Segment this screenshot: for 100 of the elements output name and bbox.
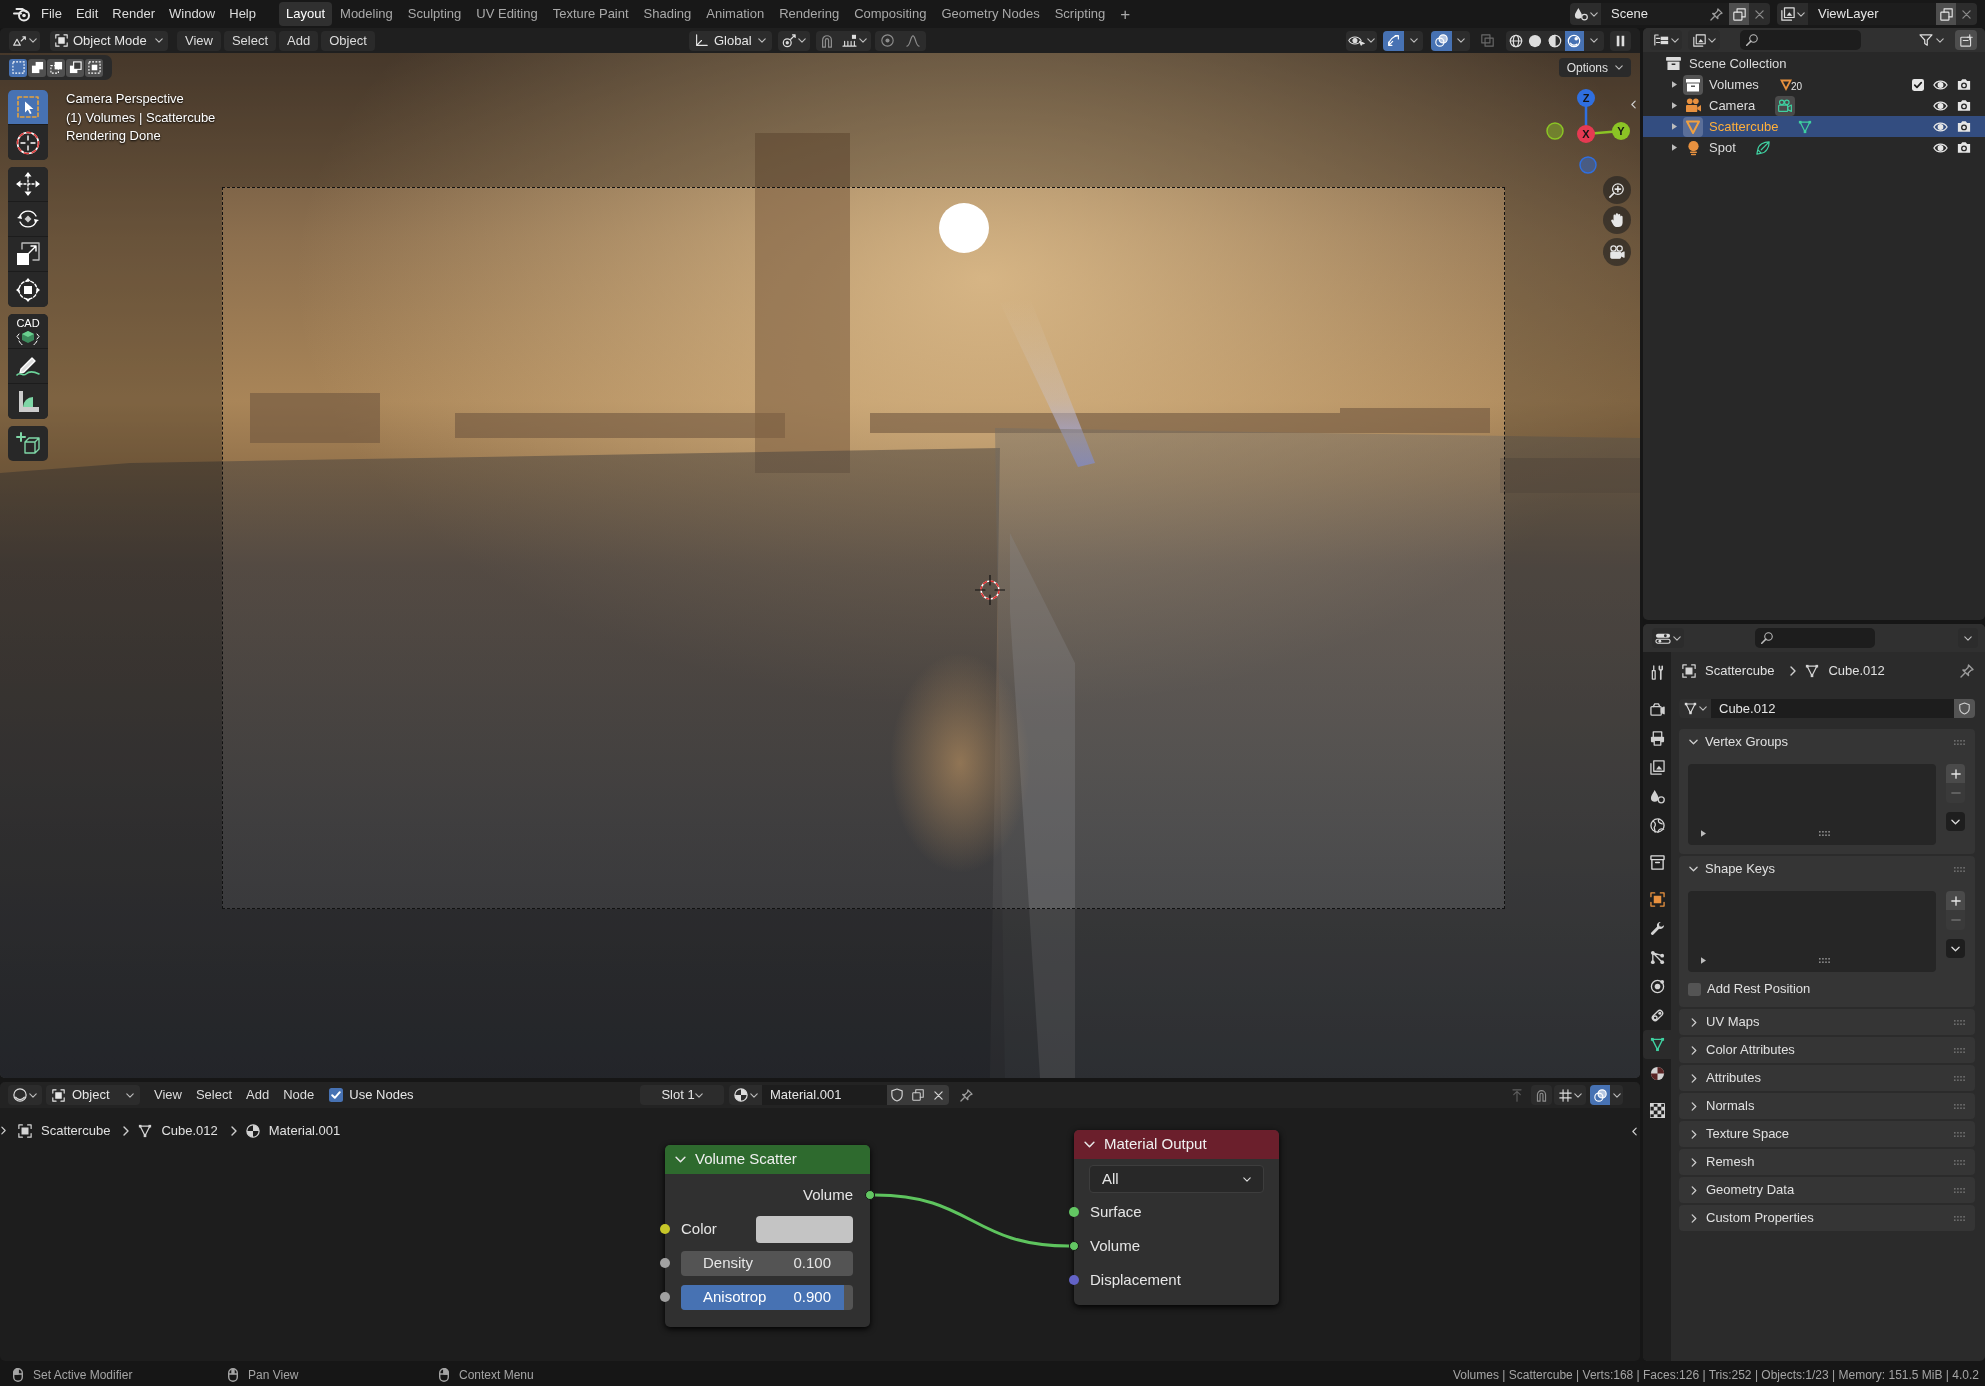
view-layer-field[interactable]: ViewLayer <box>1808 3 1936 25</box>
menu-item[interactable]: Window <box>162 3 223 25</box>
socket-icon[interactable] <box>660 1224 670 1234</box>
color-swatch[interactable] <box>756 1215 853 1243</box>
camera-view-button[interactable] <box>1603 238 1631 266</box>
slot-dropdown[interactable]: Slot 1 <box>640 1085 724 1105</box>
select-box-tool[interactable] <box>8 90 48 125</box>
editor-type-dropdown[interactable] <box>9 30 40 51</box>
specials-dropdown[interactable] <box>1946 939 1965 958</box>
outliner-row[interactable]: Spot <box>1643 137 1985 158</box>
add-rest-position-checkbox[interactable]: Add Rest Position <box>1688 980 1975 998</box>
menu-item[interactable]: Help <box>222 3 263 25</box>
menu-item[interactable]: Node <box>276 1085 322 1105</box>
menu-item[interactable]: Render <box>105 3 162 25</box>
menu-item[interactable]: Select <box>223 30 277 51</box>
eye-icon[interactable] <box>1933 121 1948 132</box>
expand-arrow-icon[interactable] <box>1672 144 1677 151</box>
eye-icon[interactable] <box>1933 142 1948 153</box>
socket-icon[interactable] <box>865 1190 875 1200</box>
selection-mode-button[interactable] <box>66 58 84 77</box>
pin-icon[interactable] <box>1960 664 1974 678</box>
node-header[interactable]: Material Output <box>1074 1130 1279 1159</box>
add-workspace-button[interactable]: + <box>1113 2 1138 26</box>
menu-item[interactable]: Edit <box>68 3 106 25</box>
socket-icon[interactable] <box>660 1292 670 1302</box>
duplicate-button[interactable] <box>1936 3 1956 25</box>
panel-header[interactable]: Remesh <box>1679 1149 1975 1175</box>
gizmo-toggle[interactable] <box>1383 30 1404 51</box>
mode-dropdown[interactable]: Object Mode <box>50 30 168 51</box>
workspace-tab[interactable]: UV Editing <box>469 2 545 26</box>
socket-icon[interactable] <box>660 1258 670 1268</box>
node-link[interactable] <box>874 1193 1070 1248</box>
drag-handle-icon[interactable] <box>1954 1215 1965 1221</box>
negative-axis-handle[interactable] <box>1579 156 1597 174</box>
chevron-down-icon[interactable] <box>1084 1141 1095 1148</box>
eye-icon[interactable] <box>1933 100 1948 111</box>
workspace-tab[interactable]: Compositing <box>847 2 934 26</box>
workspace-tab[interactable]: Sculpting <box>400 2 469 26</box>
sidebar-toggle-icon[interactable] <box>1 1126 6 1135</box>
panel-header[interactable]: UV Maps <box>1679 1009 1975 1035</box>
menu-item[interactable]: File <box>34 3 69 25</box>
unlink-button[interactable] <box>928 1085 949 1105</box>
shader-type-dropdown[interactable]: Object <box>46 1085 140 1105</box>
panel-header[interactable]: Attributes <box>1679 1065 1975 1091</box>
camera-icon[interactable] <box>1957 78 1971 91</box>
cad-tool[interactable]: CAD <box>8 314 48 349</box>
selection-mode-button[interactable] <box>9 58 27 77</box>
workspace-tab[interactable]: Scripting <box>1047 2 1113 26</box>
expand-arrow-icon[interactable] <box>1672 123 1677 130</box>
panel-header[interactable]: Normals <box>1679 1093 1975 1119</box>
view-layer-browse-dropdown[interactable] <box>1777 3 1808 25</box>
zoom-button[interactable] <box>1603 176 1631 204</box>
overlay-toggle[interactable] <box>1431 30 1452 51</box>
display-mode-dropdown[interactable] <box>1688 30 1720 50</box>
options-dropdown[interactable] <box>1958 628 1978 648</box>
menu-item[interactable]: Object <box>321 30 375 51</box>
drag-handle-icon[interactable] <box>1954 1103 1965 1109</box>
add-button[interactable] <box>1946 891 1965 910</box>
menu-item[interactable]: Add <box>239 1085 277 1105</box>
drag-handle-icon[interactable] <box>1954 1131 1965 1137</box>
editor-type-dropdown[interactable] <box>1650 30 1682 50</box>
panel-header[interactable]: Vertex Groups <box>1679 729 1975 755</box>
menu-item[interactable]: Add <box>279 30 319 51</box>
workspace-tab[interactable]: Layout <box>279 2 333 26</box>
scene-browse-dropdown[interactable] <box>1570 3 1601 25</box>
scene-name-field[interactable]: Scene <box>1601 3 1729 25</box>
panel-header[interactable]: Geometry Data <box>1679 1177 1975 1203</box>
panel-header[interactable]: Shape Keys <box>1679 856 1975 882</box>
material-name-field[interactable]: Material.001 <box>762 1085 887 1105</box>
filter-toggle-icon[interactable] <box>1701 957 1706 964</box>
sidebar-toggle-icon[interactable] <box>1631 100 1636 109</box>
properties-tab[interactable] <box>1643 1030 1671 1059</box>
move-tool[interactable] <box>8 167 48 202</box>
orientation-dropdown[interactable]: Global <box>689 30 772 51</box>
new-collection-button[interactable] <box>1955 30 1977 50</box>
expand-arrow-icon[interactable] <box>1672 102 1677 109</box>
fake-user-button[interactable] <box>887 1085 907 1105</box>
negative-axis-handle[interactable] <box>1546 122 1564 140</box>
camera-icon[interactable] <box>1957 141 1971 154</box>
panel-header[interactable]: Color Attributes <box>1679 1037 1975 1063</box>
workspace-tab[interactable]: Shading <box>636 2 699 26</box>
close-button[interactable] <box>1956 3 1977 25</box>
use-nodes-checkbox[interactable]: Use Nodes <box>329 1085 414 1105</box>
menu-item[interactable]: Select <box>188 1085 240 1105</box>
shader-node[interactable]: Material Output All Surface Volume Displacement <box>1074 1130 1279 1305</box>
outliner-row[interactable]: Volumes 20 <box>1643 74 1985 95</box>
editor-type-dropdown[interactable] <box>8 1085 42 1105</box>
axis-handle[interactable]: X <box>1577 125 1595 143</box>
material-browse-dropdown[interactable] <box>729 1085 762 1105</box>
search-field[interactable] <box>1740 30 1861 50</box>
selection-mode-button[interactable] <box>47 58 65 77</box>
socket-icon[interactable] <box>1069 1207 1079 1217</box>
search-field[interactable] <box>1755 628 1875 648</box>
camera-icon[interactable] <box>1957 99 1971 112</box>
visibility-dropdown[interactable] <box>1346 30 1377 51</box>
overlay-toggle[interactable] <box>1590 1085 1610 1105</box>
panel-header[interactable]: Texture Space <box>1679 1121 1975 1147</box>
target-dropdown[interactable]: All <box>1089 1165 1264 1193</box>
number-field[interactable]: Density 0.100 <box>681 1250 853 1276</box>
workspace-tab[interactable]: Texture Paint <box>545 2 636 26</box>
